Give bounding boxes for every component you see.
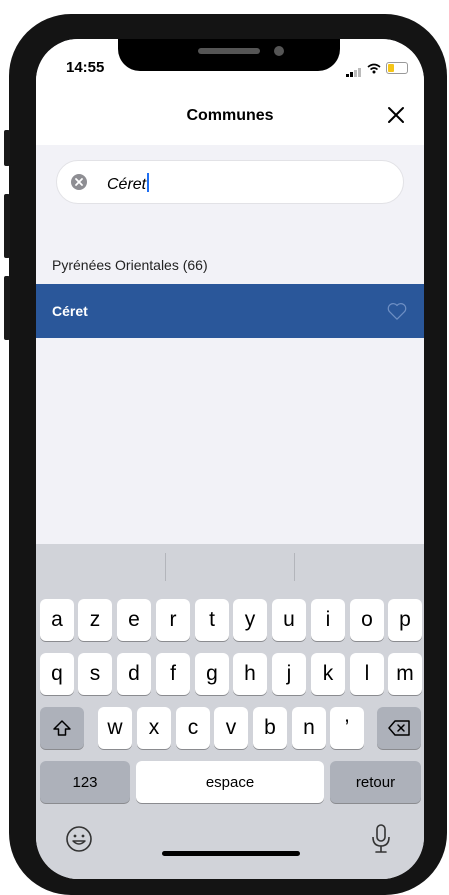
- search-input[interactable]: Céret: [107, 173, 150, 194]
- search-value: Céret: [107, 176, 147, 193]
- close-icon[interactable]: [384, 103, 408, 127]
- key-y[interactable]: y: [233, 599, 267, 641]
- battery-icon: [386, 62, 408, 74]
- page-title: Communes: [186, 107, 274, 124]
- emoji-icon[interactable]: [64, 824, 94, 854]
- backspace-icon: [388, 720, 410, 736]
- key-apostrophe[interactable]: ’: [330, 707, 364, 749]
- signal-icon: [346, 59, 362, 77]
- section-header: Pyrénées Orientales (66): [52, 257, 208, 273]
- front-camera: [274, 46, 284, 56]
- result-row-selected[interactable]: Céret: [36, 284, 424, 338]
- screen: 14:55 Communes Céret Pyrénées Orientales…: [36, 39, 424, 879]
- key-i[interactable]: i: [311, 599, 345, 641]
- key-v[interactable]: v: [214, 707, 248, 749]
- key-c[interactable]: c: [176, 707, 210, 749]
- volume-up-button: [4, 194, 10, 258]
- key-e[interactable]: e: [117, 599, 151, 641]
- key-f[interactable]: f: [156, 653, 190, 695]
- favorite-heart-icon[interactable]: [386, 301, 408, 321]
- key-t[interactable]: t: [195, 599, 229, 641]
- key-o[interactable]: o: [350, 599, 384, 641]
- suggestion-divider: [165, 553, 166, 581]
- key-d[interactable]: d: [117, 653, 151, 695]
- delete-key[interactable]: [377, 707, 421, 749]
- notch: [118, 39, 340, 71]
- key-l[interactable]: l: [350, 653, 384, 695]
- status-bar: 14:55: [36, 39, 424, 99]
- key-s[interactable]: s: [78, 653, 112, 695]
- speaker: [198, 48, 260, 54]
- mute-switch: [4, 130, 10, 166]
- key-a[interactable]: a: [40, 599, 74, 641]
- result-label: Céret: [52, 303, 88, 319]
- suggestion-divider: [294, 553, 295, 581]
- microphone-icon[interactable]: [369, 822, 393, 856]
- numbers-key[interactable]: 123: [40, 761, 130, 803]
- status-time: 14:55: [66, 59, 105, 76]
- text-caret: [147, 173, 150, 192]
- nav-bar: Communes: [36, 99, 424, 145]
- key-n[interactable]: n: [292, 707, 326, 749]
- key-r[interactable]: r: [156, 599, 190, 641]
- keyboard: a z e r t y u i o p q s d f g h j k l m …: [36, 544, 424, 879]
- key-u[interactable]: u: [272, 599, 306, 641]
- key-h[interactable]: h: [233, 653, 267, 695]
- status-icons: [346, 59, 408, 77]
- key-w[interactable]: w: [98, 707, 132, 749]
- return-key[interactable]: retour: [330, 761, 421, 803]
- search-field[interactable]: Céret: [56, 160, 404, 204]
- key-g[interactable]: g: [195, 653, 229, 695]
- volume-down-button: [4, 276, 10, 340]
- home-indicator[interactable]: [162, 851, 300, 856]
- key-p[interactable]: p: [388, 599, 422, 641]
- key-z[interactable]: z: [78, 599, 112, 641]
- key-x[interactable]: x: [137, 707, 171, 749]
- shift-key[interactable]: [40, 707, 84, 749]
- key-j[interactable]: j: [272, 653, 306, 695]
- key-m[interactable]: m: [388, 653, 422, 695]
- clear-search-icon[interactable]: [71, 174, 87, 190]
- space-key[interactable]: espace: [136, 761, 324, 803]
- key-k[interactable]: k: [311, 653, 345, 695]
- wifi-icon: [367, 63, 381, 73]
- shift-icon: [53, 720, 71, 736]
- key-q[interactable]: q: [40, 653, 74, 695]
- key-b[interactable]: b: [253, 707, 287, 749]
